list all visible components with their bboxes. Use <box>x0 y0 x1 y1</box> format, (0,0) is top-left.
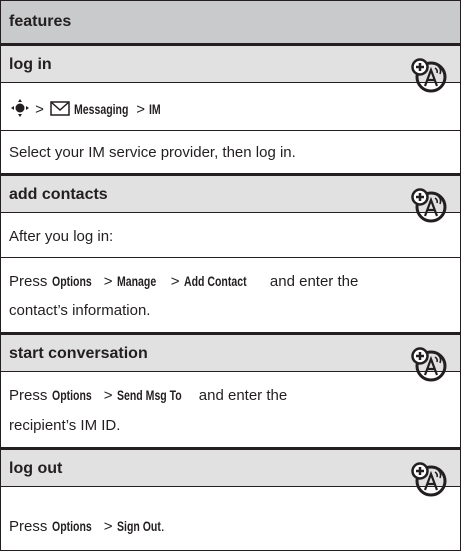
nav-path: > Messaging > IM <box>9 98 164 120</box>
nav-separator: > <box>35 101 44 118</box>
divider <box>1 130 460 131</box>
nav-separator: > <box>103 387 113 404</box>
section-line-start-conversation: recipient’s IM ID. <box>9 417 121 434</box>
menu-item-manage: Manage <box>116 274 156 289</box>
menu-item-send-msg-to: Send Msg To <box>116 388 182 403</box>
section-title-log-in: log in <box>9 56 52 73</box>
nav-separator: > <box>103 518 113 535</box>
section-line-start-conversation: Press Options > Send Msg To and enter th… <box>9 387 288 404</box>
section-title-add-contacts: add contacts <box>9 186 108 203</box>
divider <box>1 212 460 213</box>
menu-item-im: IM <box>149 102 161 117</box>
section-body-log-in: Select your IM service provider, then lo… <box>9 144 296 161</box>
nav-separator: > <box>170 273 180 290</box>
divider <box>1 371 460 372</box>
section-title-log-out: log out <box>9 460 63 477</box>
section-head-bg <box>1 450 460 486</box>
nav-key-icon <box>11 99 29 117</box>
softkey-options: Options <box>51 519 92 534</box>
network-feature-icon <box>411 462 447 497</box>
divider <box>1 257 460 258</box>
section-line-add-contacts: Press Options > Manage > Add Contact and… <box>9 273 359 290</box>
section-line-log-out: Press Options > Sign Out. <box>9 518 165 535</box>
section-line-add-contacts: contact’s information. <box>9 302 151 319</box>
features-table: features log in > Messaging > IM Select … <box>0 0 461 551</box>
nav-separator: > <box>136 101 145 118</box>
table-title: features <box>9 13 72 30</box>
section-line-add-contacts: After you log in: <box>9 228 114 245</box>
menu-item-sign-out: Sign Out <box>116 519 161 534</box>
softkey-options: Options <box>51 274 92 289</box>
menu-item-add-contact: Add Contact <box>183 274 247 289</box>
network-feature-icon <box>411 347 447 382</box>
divider <box>1 82 460 83</box>
nav-separator: > <box>103 273 113 290</box>
section-title-start-conversation: start conversation <box>9 345 148 362</box>
network-feature-icon <box>411 58 447 93</box>
network-feature-icon <box>411 188 447 223</box>
menu-item-messaging: Messaging <box>74 102 129 117</box>
softkey-options: Options <box>51 388 92 403</box>
envelope-icon <box>50 101 70 116</box>
divider <box>1 486 460 487</box>
section-head-bg <box>1 46 460 82</box>
